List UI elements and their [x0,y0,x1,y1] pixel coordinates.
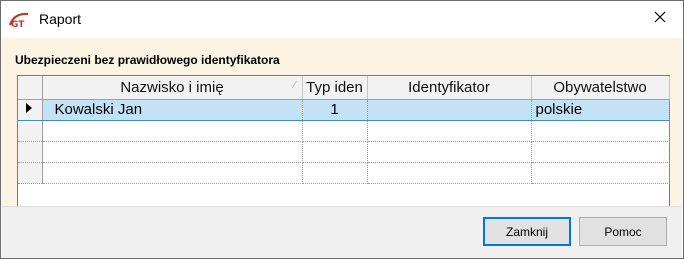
cell-identifier[interactable] [367,162,532,184]
cell-identifier[interactable] [367,98,532,121]
cell-citizenship[interactable] [531,120,670,142]
cell-id-type[interactable] [302,162,368,184]
dialog-content: Ubezpieczeni bez prawidłowego identyfika… [2,38,682,222]
column-header-id-type[interactable]: Typ iden [302,76,368,100]
table-row[interactable] [18,162,670,184]
gt-logo-icon: GT [8,11,32,30]
title-bar[interactable]: GT Raport [1,1,683,37]
current-row-indicator [18,98,43,121]
close-button[interactable]: Zamknij [483,217,571,246]
button-bar: Zamknij Pomoc [2,206,682,258]
window-title: Raport [39,11,82,27]
cell-name[interactable] [42,141,303,163]
cell-id-type[interactable] [302,120,368,142]
table-row[interactable] [18,141,670,163]
table-row[interactable]: Kowalski Jan 1 polskie [18,98,670,121]
cell-identifier[interactable] [367,141,532,163]
column-header-name[interactable]: Nazwisko i imię ∕ [42,76,303,100]
cell-id-type[interactable]: 1 [302,98,368,121]
grid-header-row: Nazwisko i imię ∕ Typ iden Identyfikator… [18,76,670,100]
table-row[interactable] [18,120,670,142]
report-window: GT Raport Ubezpieczeni bez prawidłowego … [0,0,684,259]
cell-citizenship[interactable]: polskie [531,98,670,121]
section-label: Ubezpieczeni bez prawidłowego identyfika… [15,53,280,67]
close-icon [654,10,666,28]
row-pointer-icon [18,102,38,119]
svg-text:GT: GT [11,20,25,29]
cell-id-type[interactable] [302,141,368,163]
cell-name[interactable]: Kowalski Jan [42,98,303,121]
insured-grid[interactable]: Nazwisko i imię ∕ Typ iden Identyfikator… [17,75,670,222]
cell-citizenship[interactable] [531,162,670,184]
column-header-identifier[interactable]: Identyfikator [367,76,532,100]
cell-identifier[interactable] [367,120,532,142]
help-button[interactable]: Pomoc [579,217,667,246]
sort-icon: ∕ [293,80,296,91]
close-window-button[interactable] [637,1,683,37]
cell-name[interactable] [42,162,303,184]
cell-name[interactable] [42,120,303,142]
row-indicator-header [18,76,43,100]
cell-citizenship[interactable] [531,141,670,163]
column-header-citizenship[interactable]: Obywatelstwo [531,76,670,100]
